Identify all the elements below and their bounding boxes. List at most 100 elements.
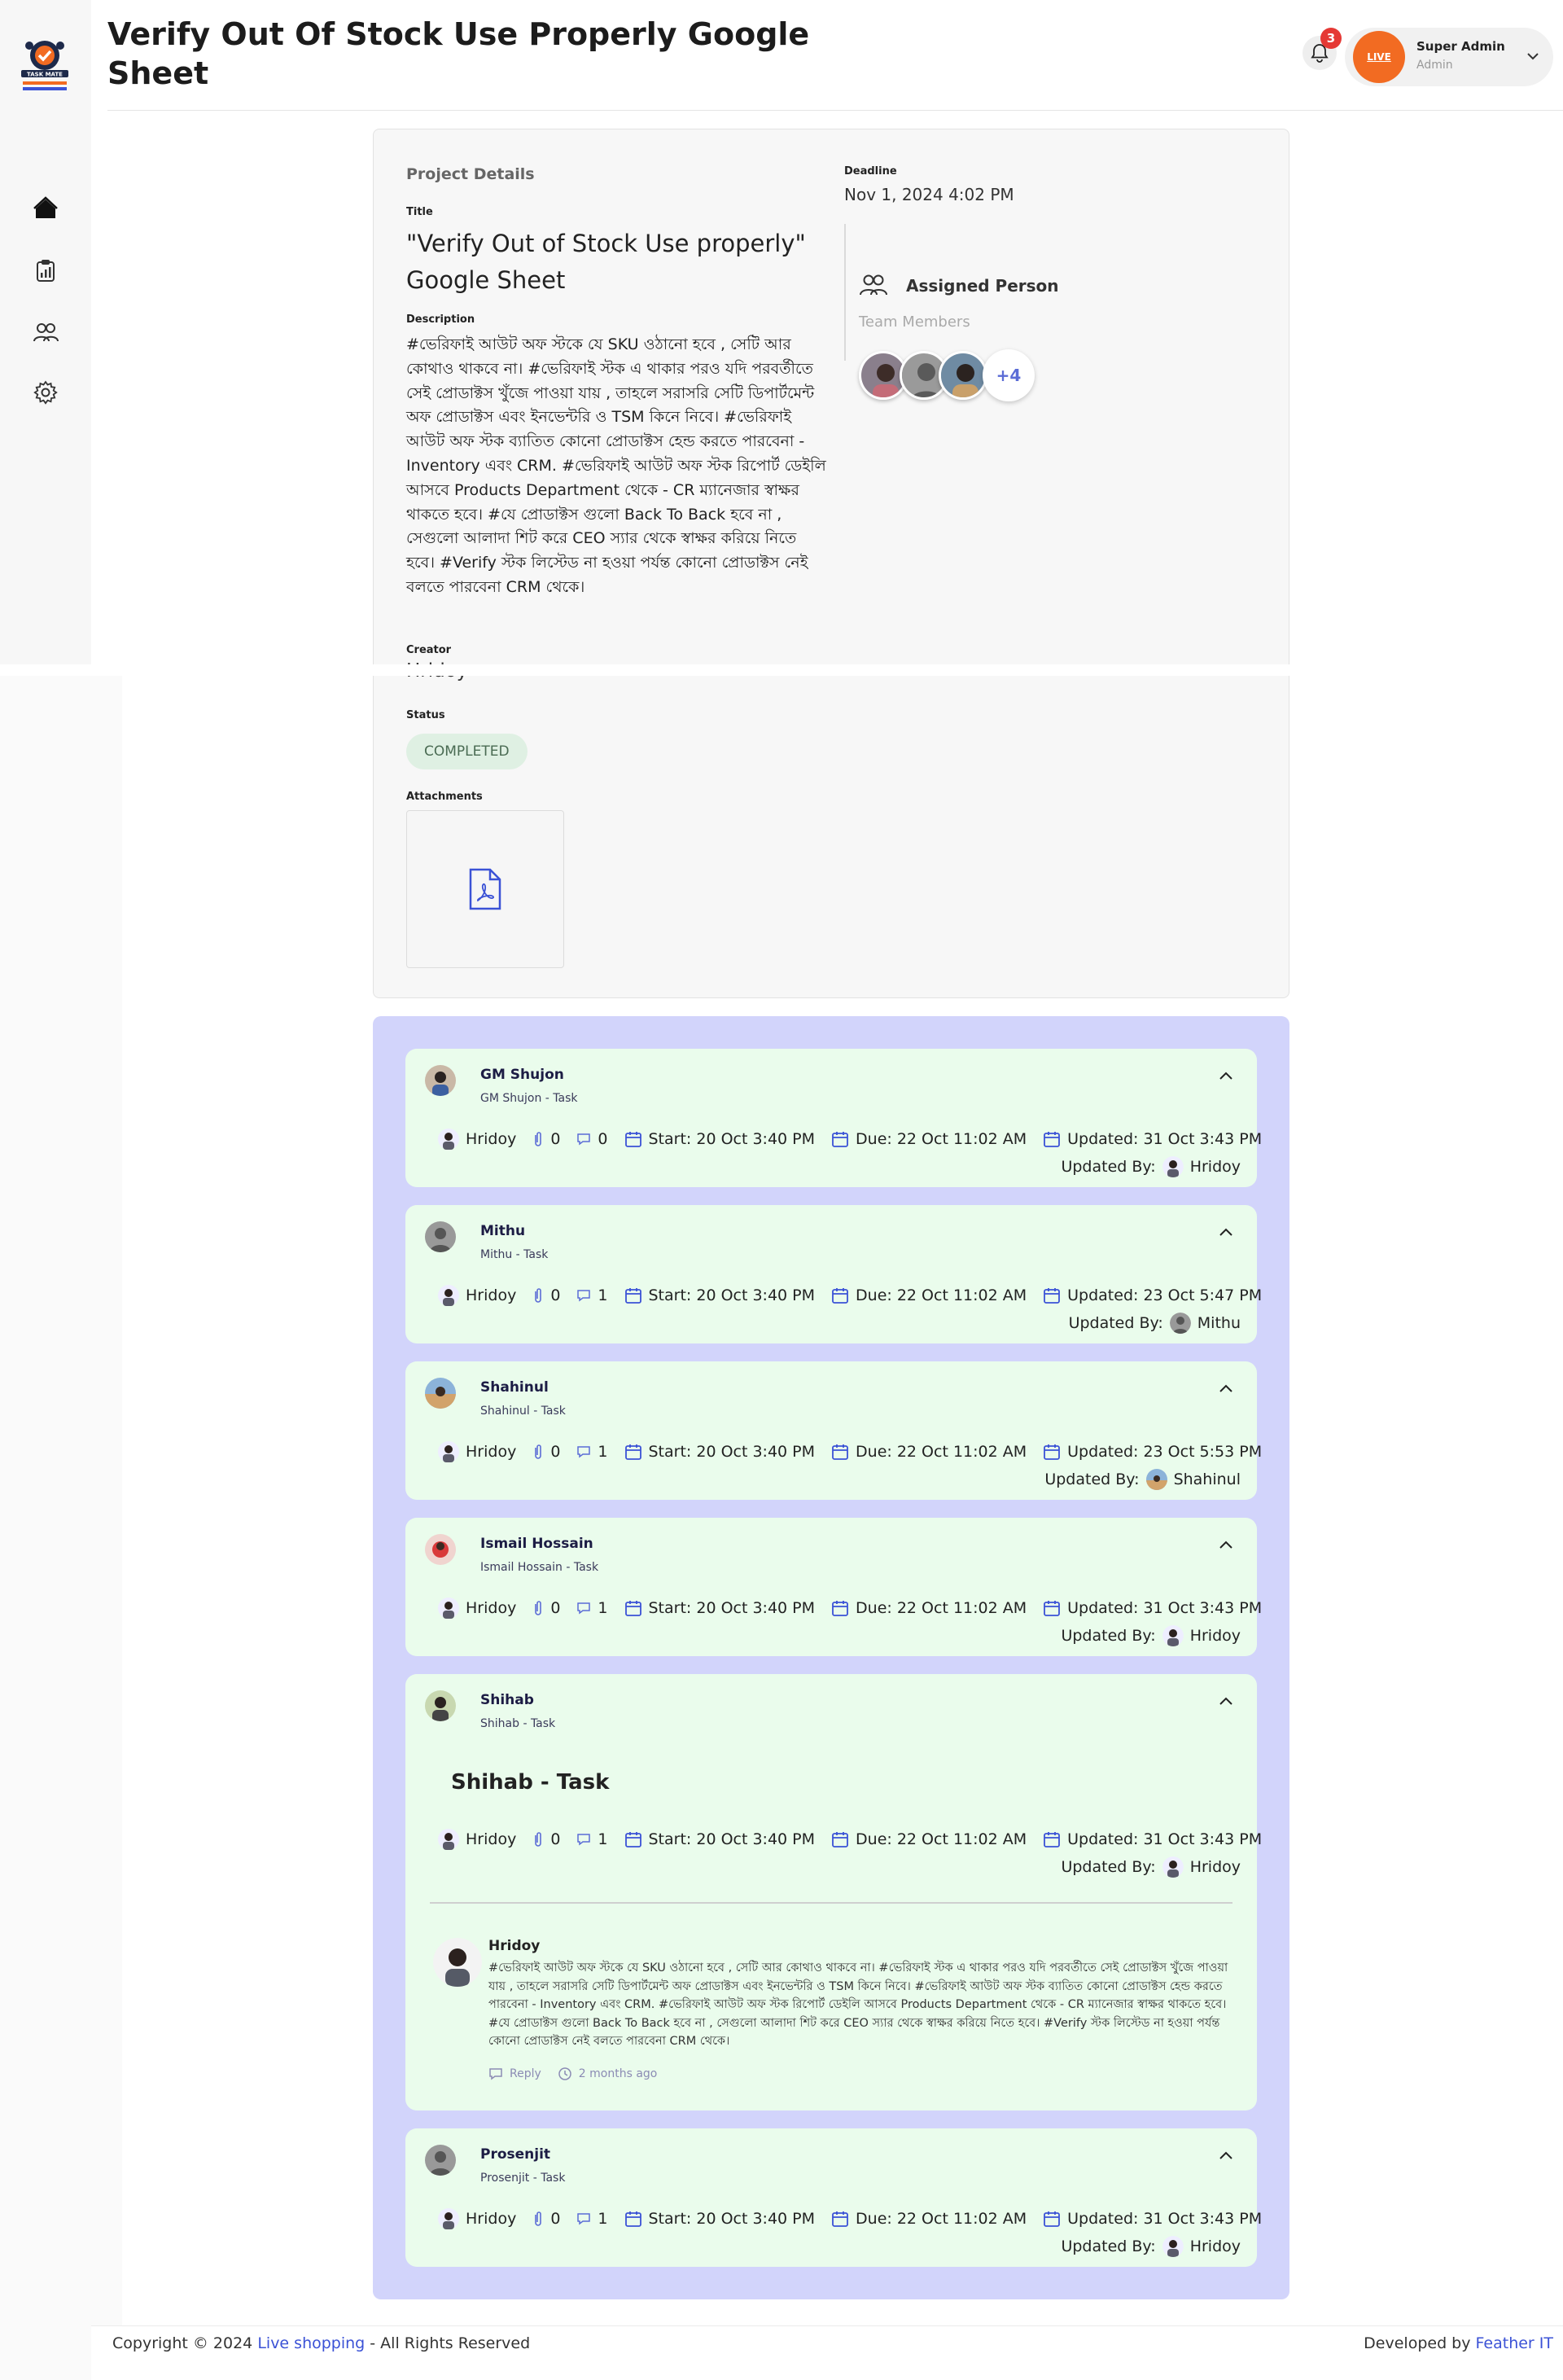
comment-icon [577,1834,591,1846]
task-subtitle: GM Shujon - Task [480,1092,578,1105]
sidebar-item-home[interactable] [31,194,60,223]
updated-by: Updated By: Shahinul [1044,1469,1241,1490]
task-creator: Hridoy [466,1599,517,1617]
task-subtitle: Mithu - Task [480,1248,549,1261]
calendar-icon [832,1444,848,1460]
task-creator: Hridoy [466,2210,517,2228]
due-date: Due: 22 Oct 11:02 AM [856,2210,1027,2228]
updated-date: Updated: 23 Oct 5:47 PM [1067,1286,1263,1304]
updated-by: Updated By: Hridoy [1061,2236,1241,2257]
task-card[interactable]: Prosenjit Prosenjit - Task Hridoy 0 1 St… [405,2128,1262,2267]
avatar [1162,1856,1184,1878]
developer-credit: Developed by Feather IT [1364,2334,1553,2352]
user-name: Super Admin [1416,39,1505,54]
start-date: Start: 20 Oct 3:40 PM [648,1599,816,1617]
creator-avatar-icon [438,1829,459,1850]
comment-text: #ভেরিফাই আউট অফ স্টকে যে SKU ওঠানো হবে ,… [488,1961,1228,2048]
calendar-icon [832,2211,848,2227]
more-members-button[interactable]: +4 [983,349,1035,401]
updated-by-label: Updated By: [1044,1471,1140,1488]
user-role: Admin [1416,59,1453,72]
settings-icon [33,380,58,405]
sidebar-item-report[interactable] [31,256,60,285]
calendar-icon [1044,1132,1061,1147]
avatar [1162,1625,1184,1646]
task-creator: Hridoy [466,1286,517,1304]
task-card[interactable]: GM Shujon GM Shujon - Task Hridoy 0 0 St… [405,1049,1262,1187]
rights-text: - All Rights Reserved [370,2334,531,2352]
avatar[interactable] [939,351,987,400]
comment-icon [577,1133,591,1146]
page-title: Verify Out Of Stock Use Properly Google … [107,16,810,91]
updated-by-label: Updated By: [1068,1314,1163,1332]
chevron-up-icon[interactable] [1216,1379,1236,1399]
calendar-icon [832,1132,848,1147]
task-card[interactable]: Mithu Mithu - Task Hridoy 0 1 Start: 20 … [405,1205,1262,1343]
status-badge: COMPLETED [406,734,528,769]
updated-by-label: Updated By: [1061,1158,1156,1176]
paperclip-icon [535,1832,542,1847]
chevron-up-icon[interactable] [1216,1223,1236,1243]
top-header: Verify Out Of Stock Use Properly Google … [107,0,1563,111]
comment-count: 1 [598,1599,608,1617]
attachment-count: 0 [550,2210,561,2228]
avatar [425,1221,456,1252]
task-subtitle: Shahinul - Task [480,1405,566,1418]
attachment-count: 0 [550,1830,561,1848]
calendar-icon [624,1444,641,1460]
start-date: Start: 20 Oct 3:40 PM [648,1130,816,1148]
attachments-label: Attachments [406,791,483,803]
task-card[interactable]: Shahinul Shahinul - Task Hridoy 0 1 Star… [405,1361,1262,1500]
reply-button[interactable]: Reply [488,2067,541,2081]
sidebar-item-users[interactable] [31,318,60,347]
chevron-up-icon[interactable] [1216,2146,1236,2166]
calendar-icon [832,1288,848,1304]
user-menu[interactable]: LIVE Super Admin Admin [1345,28,1553,86]
company-link[interactable]: Live shopping [257,2334,365,2352]
task-card[interactable]: Ismail Hossain Ismail Hossain - Task Hri… [405,1518,1262,1656]
avatar [1162,1156,1184,1177]
attachment-thumbnail[interactable] [406,810,564,968]
logo-text: TASK MATE [27,72,63,78]
paperclip-icon [535,1288,542,1303]
developer-link[interactable]: Feather IT [1476,2334,1553,2352]
task-creator: Hridoy [466,1130,517,1148]
task-assignee-name: GM Shujon [480,1067,564,1083]
updated-date: Updated: 31 Oct 3:43 PM [1067,1830,1263,1848]
due-date: Due: 22 Oct 11:02 AM [856,1130,1027,1148]
deadline-value: Nov 1, 2024 4:02 PM [844,185,1014,204]
creator-label: Creator [406,644,452,656]
app-logo[interactable]: TASK MATE [18,34,72,94]
task-list-panel: GM Shujon GM Shujon - Task Hridoy 0 0 St… [373,1016,1289,2299]
divider [0,664,1563,676]
title-label: Title [406,206,433,218]
divider [844,224,846,361]
sidebar: TASK MATE [0,0,91,676]
footer: Copyright © 2024 Live shopping - All Rig… [91,2325,1563,2380]
comment-icon [577,1446,591,1458]
project-details-card: Project Details Title "Verify Out of Sto… [373,129,1289,998]
task-assignee-name: Prosenjit [480,2146,551,2163]
attachment-count: 0 [550,1443,561,1461]
description-label: Description [406,313,475,326]
chevron-up-icon[interactable] [1216,1067,1236,1086]
task-card-expanded[interactable]: Shihab Shihab - Task Shihab - Task Hrido… [405,1674,1262,2110]
pdf-icon [469,868,501,910]
project-description: #ভেরিফাই আউট অফ স্টকে যে SKU ওঠানো হবে ,… [406,335,826,596]
sidebar-item-settings[interactable] [31,378,60,407]
comment-avatar [433,1938,482,1987]
chevron-up-icon[interactable] [1216,1692,1236,1712]
task-creator: Hridoy [466,1830,517,1848]
updated-by-label: Updated By: [1061,1627,1156,1645]
task-assignee-name: Ismail Hossain [480,1536,593,1552]
task-assignee-name: Mithu [480,1223,526,1239]
task-assignee-name: Shahinul [480,1379,549,1396]
task-heading: Shihab - Task [451,1770,610,1795]
chevron-up-icon[interactable] [1216,1536,1236,1555]
calendar-icon [624,1132,641,1147]
updated-by-name: Mithu [1197,1314,1241,1332]
attachment-count: 0 [550,1130,561,1148]
reply-label: Reply [510,2067,541,2080]
calendar-icon [1044,1832,1061,1847]
comment-count: 0 [598,1130,608,1148]
